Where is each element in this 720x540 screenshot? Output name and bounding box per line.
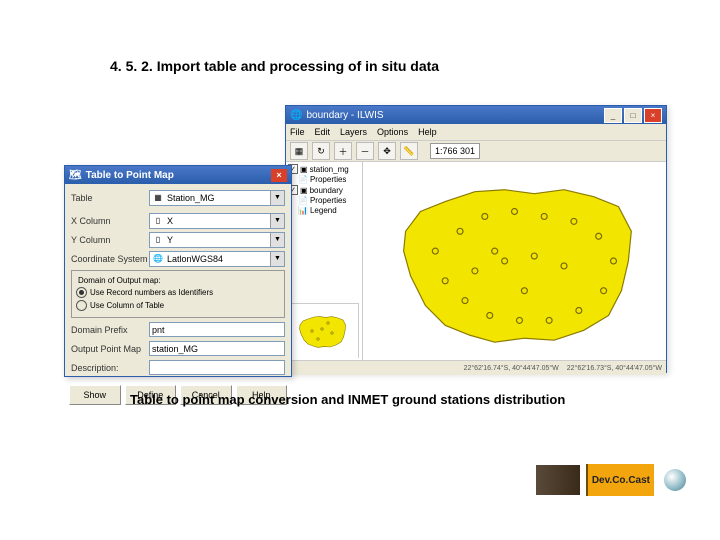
- status-bar: 22°62'16.74°S, 40°44'47.05°W 22°62'16.73…: [286, 360, 666, 375]
- layer-sub[interactable]: 📄Properties: [288, 196, 360, 205]
- column-icon: ▯: [152, 234, 164, 246]
- prefix-value: pnt: [152, 325, 165, 335]
- coord-label: Coordinate System: [71, 254, 149, 264]
- menu-bar: File Edit Layers Options Help: [286, 124, 666, 141]
- output-input[interactable]: station_MG: [149, 341, 285, 356]
- coord-value: LatlonWGS84: [167, 254, 223, 264]
- app-icon: 🗺: [69, 170, 82, 181]
- table-value: Station_MG: [167, 193, 215, 203]
- desc-label: Description:: [71, 363, 149, 373]
- xcol-label: X Column: [71, 216, 149, 226]
- footer-logo: Dev.Co.Cast: [536, 464, 686, 496]
- layer-label: boundary: [310, 186, 343, 195]
- layer-sub[interactable]: 📊Legend: [288, 206, 360, 215]
- dropdown-icon[interactable]: ▼: [270, 214, 284, 228]
- dropdown-icon[interactable]: ▼: [270, 191, 284, 205]
- menu-file[interactable]: File: [290, 127, 305, 137]
- radio-record-ids[interactable]: Use Record numbers as Identifiers: [76, 287, 280, 298]
- menu-options[interactable]: Options: [377, 127, 408, 137]
- map-canvas[interactable]: [363, 162, 666, 360]
- domain-group: Domain of Output map: Use Record numbers…: [71, 270, 285, 318]
- close-button[interactable]: ×: [644, 108, 662, 123]
- layer-label: Legend: [310, 206, 337, 215]
- ycol-value: Y: [167, 235, 173, 245]
- layer-item[interactable]: ✓▣boundary: [288, 185, 360, 195]
- menu-layers[interactable]: Layers: [340, 127, 367, 137]
- layer-icon[interactable]: ▦: [290, 142, 308, 160]
- dropdown-icon[interactable]: ▼: [270, 252, 284, 266]
- layer-sub[interactable]: 📄Properties: [288, 175, 360, 184]
- map-viewer-window: 🌐 boundary - ILWIS _ □ × File Edit Layer…: [285, 105, 667, 373]
- output-value: station_MG: [152, 344, 198, 354]
- brand-text: Dev.Co.Cast: [592, 475, 650, 486]
- menu-help[interactable]: Help: [418, 127, 437, 137]
- maximize-button[interactable]: □: [624, 108, 642, 123]
- section-heading: 4. 5. 2. Import table and processing of …: [110, 58, 439, 74]
- coord-combo[interactable]: 🌐 LatlonWGS84 ▼: [149, 251, 285, 267]
- ycol-combo[interactable]: ▯ Y ▼: [149, 232, 285, 248]
- toolbar: ▦ ↻ ＋ － ✥ 📏 1:766 301: [286, 141, 666, 162]
- photo-thumb: [536, 465, 580, 495]
- close-button[interactable]: ×: [271, 169, 287, 182]
- measure-icon[interactable]: 📏: [400, 142, 418, 160]
- radio-label: Use Record numbers as Identifiers: [90, 288, 213, 297]
- desc-input[interactable]: [149, 360, 285, 375]
- table-label: Table: [71, 193, 149, 203]
- status-coord-left: 22°62'16.74°S, 40°44'47.05°W: [464, 365, 559, 372]
- show-button[interactable]: Show: [69, 385, 121, 405]
- prefix-input[interactable]: pnt: [149, 322, 285, 337]
- group-title: Domain of Output map:: [76, 276, 163, 285]
- map-window-titlebar[interactable]: 🌐 boundary - ILWIS _ □ ×: [286, 106, 666, 124]
- layer-label: Properties: [310, 175, 346, 184]
- table-combo[interactable]: ▦ Station_MG ▼: [149, 190, 285, 206]
- globe-icon: 🌐: [152, 253, 164, 265]
- map-window-title: boundary - ILWIS: [306, 110, 383, 121]
- dialog-titlebar[interactable]: 🗺 Table to Point Map ×: [65, 166, 291, 184]
- column-icon: ▯: [152, 215, 164, 227]
- xcol-value: X: [167, 216, 173, 226]
- zoom-in-icon[interactable]: ＋: [334, 142, 352, 160]
- status-coord-right: 22°62'16.73°S, 40°44'47.05°W: [567, 365, 662, 372]
- overview-panel[interactable]: [286, 303, 359, 358]
- dropdown-icon[interactable]: ▼: [270, 233, 284, 247]
- menu-edit[interactable]: Edit: [315, 127, 331, 137]
- radio-use-column[interactable]: Use Column of Table: [76, 300, 280, 311]
- xcol-combo[interactable]: ▯ X ▼: [149, 213, 285, 229]
- table-icon: ▦: [152, 192, 164, 204]
- radio-icon[interactable]: [76, 300, 87, 311]
- minimize-button[interactable]: _: [604, 108, 622, 123]
- dialog-title: Table to Point Map: [86, 170, 174, 181]
- prefix-label: Domain Prefix: [71, 325, 149, 335]
- radio-label: Use Column of Table: [90, 301, 164, 310]
- zoom-out-icon[interactable]: －: [356, 142, 374, 160]
- layer-item[interactable]: ✓▣station_mg: [288, 164, 360, 174]
- redraw-icon[interactable]: ↻: [312, 142, 330, 160]
- radio-icon[interactable]: [76, 287, 87, 298]
- layer-label: station_mg: [310, 165, 349, 174]
- brand-badge: Dev.Co.Cast: [586, 464, 654, 496]
- layer-label: Properties: [310, 196, 346, 205]
- output-label: Output Point Map: [71, 344, 149, 354]
- pan-icon[interactable]: ✥: [378, 142, 396, 160]
- globe-icon: [664, 469, 686, 491]
- globe-icon: 🌐: [290, 110, 302, 121]
- table-to-point-dialog: 🗺 Table to Point Map × Table ▦ Station_M…: [64, 165, 292, 377]
- figure-caption: Table to point map conversion and INMET …: [130, 392, 565, 407]
- scale-readout[interactable]: 1:766 301: [430, 143, 480, 159]
- ycol-label: Y Column: [71, 235, 149, 245]
